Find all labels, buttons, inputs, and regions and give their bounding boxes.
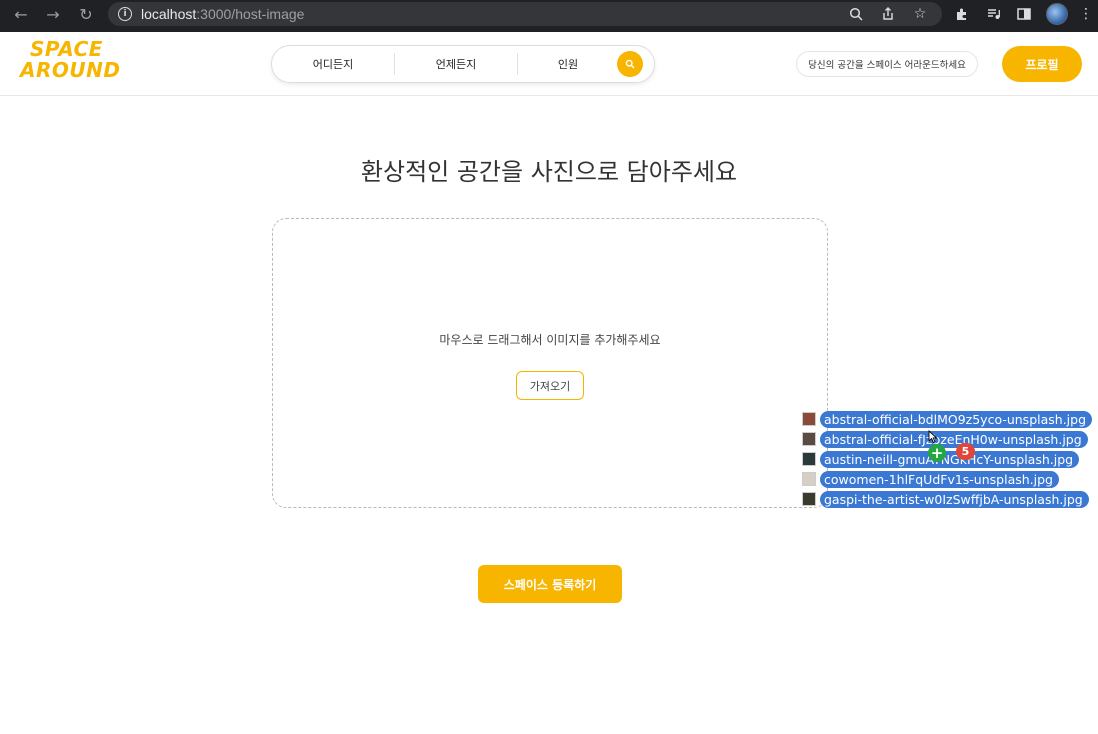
- site-header: SPACE AROUND 어디든지 언제든지 인원 당신의 공간을 스페이스 어…: [0, 32, 1098, 96]
- dragged-file: abstral-official-bdlMO9z5yco-unsplash.jp…: [802, 410, 1093, 428]
- drag-count-badge: 5: [956, 443, 975, 460]
- url-path: :3000/host-image: [196, 6, 305, 22]
- search-bar: 어디든지 언제든지 인원: [271, 45, 655, 83]
- file-thumbnail-icon: [802, 412, 816, 426]
- search-button[interactable]: [617, 51, 643, 77]
- import-button[interactable]: 가져오기: [516, 371, 584, 400]
- zoom-icon[interactable]: [846, 4, 866, 24]
- share-icon[interactable]: [878, 4, 898, 24]
- forward-icon[interactable]: →: [42, 3, 64, 25]
- info-icon[interactable]: i: [118, 7, 132, 21]
- host-tagline-button[interactable]: 당신의 공간을 스페이스 어라운드하세요: [796, 51, 978, 77]
- file-thumbnail-icon: [802, 492, 816, 506]
- file-thumbnail-icon: [802, 472, 816, 486]
- dragged-file: abstral-official-fJzbzeEnH0w-unsplash.jp…: [802, 430, 1088, 448]
- bookmark-star-icon[interactable]: ☆: [910, 4, 930, 24]
- file-name: austin-neill-gmuAYNGkHcY-unsplash.jpg: [820, 450, 1080, 468]
- dropzone-hint: 마우스로 드래그해서 이미지를 추가해주세요: [439, 333, 661, 347]
- logo-line-2: AROUND: [20, 58, 121, 82]
- extensions-icon[interactable]: [952, 4, 972, 24]
- file-thumbnail-icon: [802, 452, 816, 466]
- search-guests[interactable]: 인원: [518, 56, 618, 72]
- file-thumbnail-icon: [802, 432, 816, 446]
- site-logo[interactable]: SPACE AROUND: [20, 37, 121, 89]
- search-where[interactable]: 어디든지: [272, 56, 394, 72]
- copy-plus-icon: +: [928, 444, 946, 462]
- reload-icon[interactable]: ↻: [75, 3, 97, 25]
- file-name: abstral-official-bdlMO9z5yco-unsplash.jp…: [820, 410, 1093, 428]
- mouse-cursor-icon: [928, 430, 938, 444]
- url-host: localhost: [141, 6, 197, 22]
- browser-toolbar: ← → ↻ i localhost:3000/host-image ☆ ⋮: [0, 0, 1098, 32]
- search-when[interactable]: 언제든지: [395, 56, 517, 72]
- profile-avatar[interactable]: [1046, 3, 1068, 25]
- register-space-button[interactable]: 스페이스 등록하기: [478, 565, 622, 603]
- side-panel-icon[interactable]: [1014, 4, 1034, 24]
- page-title: 환상적인 공간을 사진으로 담아주세요: [360, 158, 738, 186]
- media-control-icon[interactable]: [984, 4, 1004, 24]
- logo-line-1: SPACE: [30, 37, 103, 61]
- search-icon: [625, 59, 635, 69]
- back-icon[interactable]: ←: [10, 3, 32, 25]
- dragged-file: cowomen-1hlFqUdFv1s-unsplash.jpg: [802, 470, 1059, 488]
- file-name: abstral-official-fJzbzeEnH0w-unsplash.jp…: [820, 430, 1088, 448]
- kebab-menu-icon[interactable]: ⋮: [1076, 4, 1096, 24]
- profile-button[interactable]: 프로필: [1002, 46, 1082, 82]
- dragged-file: gaspi-the-artist-w0IzSwffjbA-unsplash.jp…: [802, 490, 1089, 508]
- address-bar[interactable]: i localhost:3000/host-image: [108, 2, 942, 26]
- file-name: cowomen-1hlFqUdFv1s-unsplash.jpg: [820, 470, 1059, 488]
- image-dropzone[interactable]: 마우스로 드래그해서 이미지를 추가해주세요 가져오기: [272, 218, 828, 508]
- file-name: gaspi-the-artist-w0IzSwffjbA-unsplash.jp…: [820, 490, 1089, 508]
